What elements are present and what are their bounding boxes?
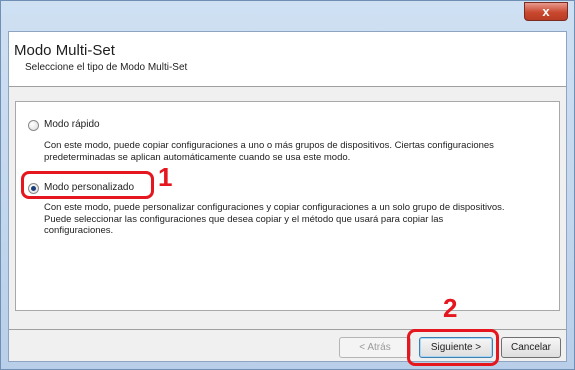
step-1-marker: 1 [158, 162, 173, 192]
description-line: Con este modo, puede copiar configuracio… [44, 140, 494, 151]
mode-options-panel: Modo rápido Con este modo, puede copiar … [15, 101, 560, 311]
callout-step-2 [407, 329, 499, 366]
wizard-header: Modo Multi-Set Seleccione el tipo de Mod… [9, 32, 566, 87]
option-description-modo-personalizado: Con este modo, puede personalizar config… [44, 202, 505, 237]
cancel-button[interactable]: Cancelar [501, 337, 561, 358]
callout-step-1 [21, 171, 154, 199]
title-bar[interactable]: x [1, 1, 574, 29]
page-subtitle: Seleccione el tipo de Modo Multi-Set [25, 62, 188, 73]
close-button[interactable]: x [524, 2, 568, 21]
dialog-body: Modo Multi-Set Seleccione el tipo de Mod… [8, 31, 567, 366]
description-line: predeterminadas se aplican automáticamen… [44, 151, 351, 163]
description-line: configuraciones. [44, 225, 114, 236]
description-line: Puede seleccionar las configuraciones qu… [44, 213, 444, 225]
back-button[interactable]: < Atrás [339, 337, 411, 358]
option-label-modo-rapido[interactable]: Modo rápido [44, 119, 100, 130]
dialog-window: x Modo Multi-Set Seleccione el tipo de M… [0, 0, 575, 370]
radio-modo-rapido[interactable] [28, 120, 39, 131]
option-description-modo-rapido: Con este modo, puede copiar configuracio… [44, 140, 494, 163]
description-line: Con este modo, puede personalizar config… [44, 202, 505, 213]
page-title: Modo Multi-Set [14, 42, 115, 59]
step-2-marker: 2 [443, 293, 458, 323]
close-icon: x [542, 4, 550, 19]
